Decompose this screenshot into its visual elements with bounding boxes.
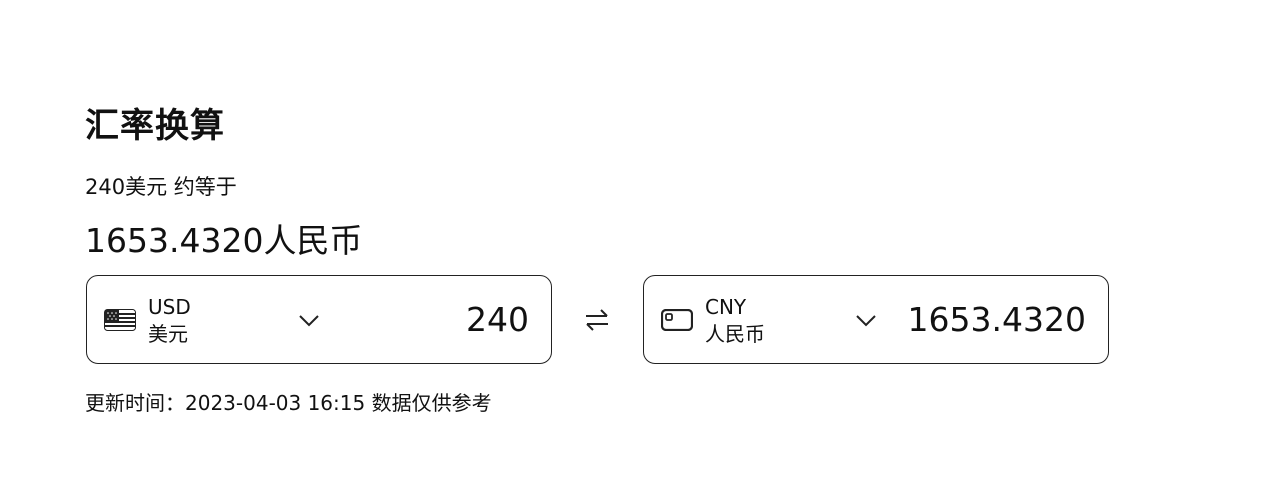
exchange-rate-widget: 汇率换算 240美元 约等于 1653.4320人民币 USD 美元 240 C… (0, 0, 1280, 491)
chevron-down-icon[interactable] (298, 314, 320, 328)
clipped-header-strip (85, 0, 1125, 40)
to-amount-input[interactable]: 1653.4320 (908, 300, 1086, 340)
update-timestamp: 更新时间：2023-04-03 16:15 数据仅供参考 (85, 391, 492, 415)
from-amount-input[interactable]: 240 (466, 300, 529, 340)
us-flag-icon (104, 309, 136, 331)
from-currency-name: 美元 (148, 322, 188, 346)
conversion-subtitle: 240美元 约等于 (85, 175, 237, 199)
page-title: 汇率换算 (85, 106, 225, 146)
currency-card-icon (661, 309, 693, 331)
to-currency-name: 人民币 (705, 322, 765, 346)
from-currency-code: USD (148, 295, 191, 319)
to-currency-box: CNY 人民币 1653.4320 (643, 275, 1109, 364)
from-currency-box: USD 美元 240 (86, 275, 552, 364)
chevron-down-icon[interactable] (855, 314, 877, 328)
conversion-result: 1653.4320人民币 (85, 221, 363, 260)
to-currency-code: CNY (705, 295, 747, 319)
swap-arrows-icon[interactable] (584, 307, 610, 333)
